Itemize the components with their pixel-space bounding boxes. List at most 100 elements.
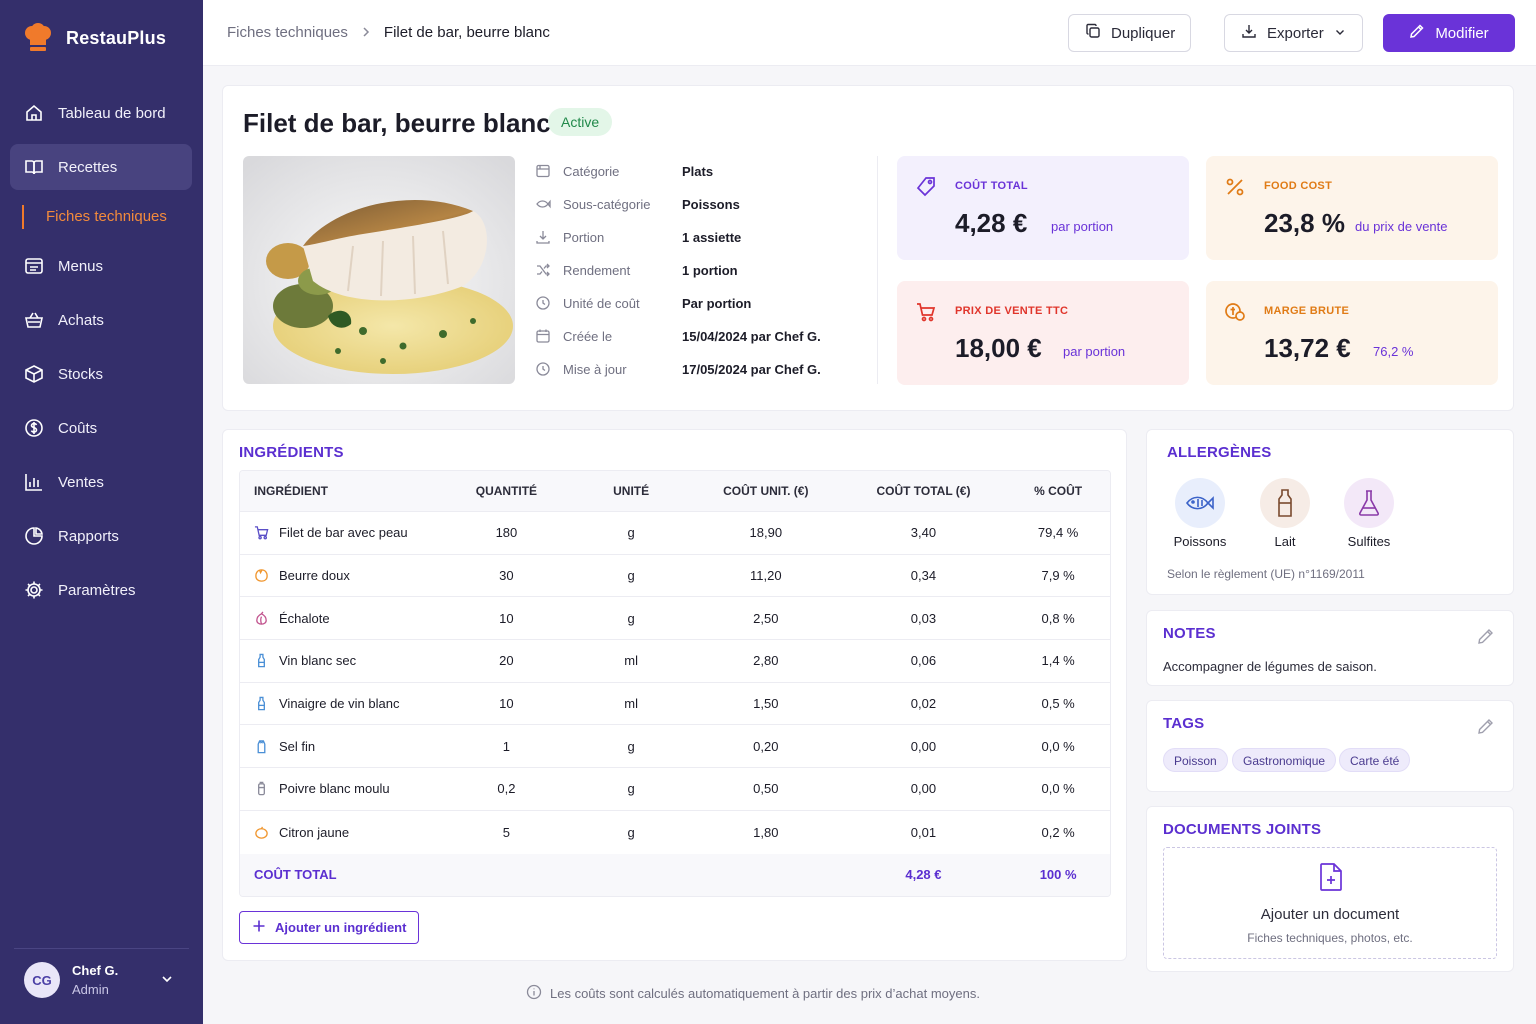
fish-icon [535, 196, 551, 212]
meta-label: Unité de coût [563, 295, 640, 311]
nav-label: Stocks [58, 365, 104, 383]
meta-value: Poissons [682, 196, 740, 212]
col-header[interactable]: UNITÉ [571, 484, 691, 498]
allergen-poissons[interactable]: Poissons [1165, 478, 1235, 549]
table-row[interactable]: Filet de bar avec peau 180 g 18,90 3,40 … [240, 512, 1110, 555]
tag-chip[interactable]: Carte été [1339, 748, 1411, 772]
nav-label: Recettes [58, 158, 118, 176]
user-role: Admin [72, 982, 109, 997]
stat-sub: 76,2 % [1373, 344, 1414, 359]
quantity-cell: 10 [499, 696, 514, 712]
stat-value: 13,72 € [1264, 333, 1351, 363]
nav-item-tableau-de-bord[interactable]: Tableau de bord [10, 90, 192, 136]
col-header[interactable]: COÛT TOTAL (€) [841, 484, 1007, 498]
flask-icon [1344, 478, 1394, 528]
documents-card: DOCUMENTS JOINTS Ajouter un document Fic… [1146, 806, 1514, 972]
total-cost-cell: 0,02 [910, 696, 937, 712]
unit-cell: ml [624, 696, 638, 712]
ingredient-name: Filet de bar avec peau [279, 525, 408, 541]
ingredient-cell: Vin blanc sec [240, 653, 442, 668]
recipe-photo [243, 156, 515, 384]
nav-item-menus[interactable]: Menus [10, 243, 192, 289]
stat-label: PRIX DE VENTE TTC [955, 305, 1069, 317]
allergen-sulfites[interactable]: Sulfites [1334, 478, 1404, 549]
quantity-cell: 5 [502, 824, 511, 840]
calendar-icon [535, 328, 551, 344]
quantity-cell: 180 [495, 525, 518, 541]
gear-icon [24, 580, 44, 600]
nav-item-parametres[interactable]: Paramètres [10, 567, 192, 613]
table-row[interactable]: Échalote 10 g 2,50 0,03 0,8 % [240, 597, 1110, 641]
breadcrumb-parent[interactable]: Fiches techniques [227, 24, 348, 41]
recipe-summary-card: Filet de bar, beurre blanc Active Catégo… [222, 85, 1514, 411]
total-cost-cell: 0,06 [910, 653, 937, 669]
pencil-icon[interactable] [1477, 717, 1495, 735]
meta-label: Sous-catégorie [563, 196, 651, 212]
nav-item-rapports[interactable]: Rapports [10, 513, 192, 559]
basket-icon [24, 310, 44, 330]
topbar: Fiches techniques Filet de bar, beurre b… [203, 0, 1536, 66]
meta-row-portion: Portion 1 assiette [535, 229, 855, 245]
col-header[interactable]: % COÛT [1006, 484, 1110, 498]
shuffle-icon [535, 262, 551, 278]
box-icon [24, 364, 44, 384]
col-header[interactable]: QUANTITÉ [442, 484, 572, 498]
ingredient-name: Vin blanc sec [279, 653, 357, 669]
unit-cost-cell: 2,50 [753, 610, 779, 626]
allergen-lait[interactable]: Lait [1250, 478, 1320, 549]
edit-label: Modifier [1435, 24, 1489, 42]
pepper-icon [254, 781, 269, 796]
ingredient-cell: Citron jaune [240, 825, 442, 840]
table-row[interactable]: Vin blanc sec 20 ml 2,80 0,06 1,4 % [240, 640, 1110, 683]
user-profile[interactable]: CG Chef G. Admin [24, 962, 118, 998]
nav-item-stocks[interactable]: Stocks [10, 351, 192, 397]
allergens-card: ALLERGÈNES Poissons Lait Sulfites Selon … [1146, 429, 1514, 595]
avatar: CG [24, 962, 60, 998]
app-logo[interactable]: RestauPlus [22, 22, 166, 54]
unit-cost-cell: 18,90 [749, 525, 783, 541]
pencil-icon [1409, 23, 1425, 43]
table-row[interactable]: Vinaigre de vin blanc 10 ml 1,50 0,02 0,… [240, 683, 1110, 726]
ingredient-name: Vinaigre de vin blanc [279, 696, 400, 712]
stat-card-prix-de-vente: PRIX DE VENTE TTC 18,00 € par portion [897, 281, 1189, 385]
stat-value: 4,28 € [955, 208, 1028, 238]
unit-cost-cell: 11,20 [750, 568, 782, 584]
footnote-text: Les coûts sont calculés automatiquement … [550, 986, 980, 1001]
col-header[interactable]: INGRÉDIENT [240, 484, 442, 498]
table-row[interactable]: Poivre blanc moulu 0,2 g 0,50 0,00 0,0 % [240, 768, 1110, 811]
unit-cost-cell: 0,20 [753, 738, 779, 754]
nav-item-ventes[interactable]: Ventes [10, 459, 192, 505]
document-dropzone[interactable]: Ajouter un document Fiches techniques, p… [1163, 847, 1497, 959]
meta-value: 17/05/2024 par Chef G. [682, 361, 821, 377]
ingredient-name: Sel fin [279, 738, 316, 754]
allergens-title: ALLERGÈNES [1167, 444, 1272, 461]
export-button[interactable]: Exporter [1224, 14, 1363, 52]
add-ingredient-button[interactable]: Ajouter un ingrédient [239, 911, 420, 944]
nav-item-recettes[interactable]: Recettes [10, 144, 192, 190]
meta-label: Rendement [563, 262, 631, 278]
meta-label: Créée le [563, 328, 613, 344]
col-header[interactable]: COÛT UNIT. (€) [691, 484, 841, 498]
nav-label: Rapports [58, 527, 119, 545]
table-row[interactable]: Sel fin 1 g 0,20 0,00 0,0 % [240, 725, 1110, 769]
notes-card: NOTES Accompagner de légumes de saison. [1146, 610, 1514, 686]
tag-chip[interactable]: Gastronomique [1232, 748, 1337, 772]
duplicate-button[interactable]: Dupliquer [1068, 14, 1191, 52]
meta-row-rendement: Rendement 1 portion [535, 262, 855, 278]
nav-item-couts[interactable]: Coûts [10, 405, 192, 451]
dollar-icon [24, 418, 44, 438]
edit-button[interactable]: Modifier [1383, 14, 1515, 52]
nav-item-achats[interactable]: Achats [10, 297, 192, 343]
table-row[interactable]: Beurre doux 30 g 11,20 0,34 7,9 % [240, 555, 1110, 598]
quantity-cell: 1 [502, 738, 511, 754]
ingredient-cell: Sel fin [240, 739, 442, 754]
stat-card-marge-brute: MARGE BRUTE 13,72 € 76,2 % [1206, 281, 1498, 385]
ingredients-card: INGRÉDIENTS INGRÉDIENT QUANTITÉ UNITÉ CO… [222, 429, 1127, 961]
chevron-down-icon[interactable] [160, 972, 174, 991]
quantity-cell: 10 [499, 610, 514, 626]
documents-title: DOCUMENTS JOINTS [1163, 821, 1322, 838]
pencil-icon[interactable] [1477, 627, 1495, 645]
table-row[interactable]: Citron jaune 5 g 1,80 0,01 0,2 % [240, 811, 1110, 854]
tag-chip[interactable]: Poisson [1163, 748, 1228, 772]
nav-subitem-fiches-techniques[interactable]: Fiches techniques [22, 205, 167, 229]
